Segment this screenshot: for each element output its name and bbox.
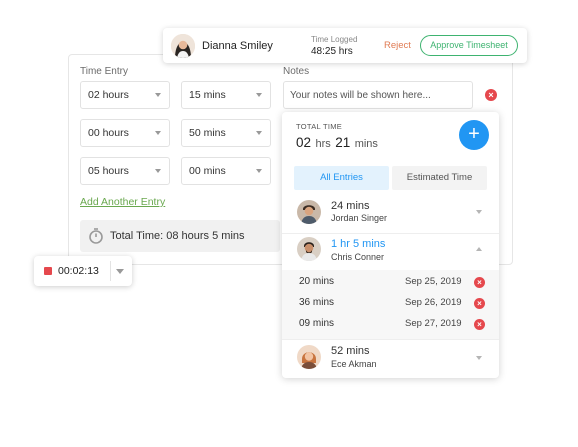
total-time-value: 02 hrs 21 mins xyxy=(296,134,378,152)
avatar xyxy=(171,34,195,58)
stopwatch-icon xyxy=(89,228,103,244)
total-time-label: TOTAL TIME xyxy=(296,122,343,131)
chevron-down-icon xyxy=(256,131,262,135)
total-time-text: Total Time: 08 hours 5 mins xyxy=(110,230,245,242)
total-hours-unit: hrs xyxy=(315,138,331,150)
remove-entry-icon[interactable]: × xyxy=(474,277,485,288)
timer-value: 00:02:13 xyxy=(58,265,99,277)
entry-time: 1 hr 5 mins xyxy=(331,238,386,250)
hours-select[interactable]: 02 hours xyxy=(80,81,170,109)
remove-entry-icon[interactable]: × xyxy=(485,89,497,101)
chevron-down-icon xyxy=(155,93,161,97)
notes-input[interactable]: Your notes will be shown here... xyxy=(283,81,473,109)
plus-icon: + xyxy=(468,123,480,145)
total-time-panel: TOTAL TIME 02 hrs 21 mins + All Entries … xyxy=(282,112,499,378)
time-logged-value: 48:25 hrs xyxy=(311,46,353,57)
mins-select-value: 00 mins xyxy=(189,165,226,177)
mins-select-value: 50 mins xyxy=(189,127,226,139)
hours-select-value: 00 hours xyxy=(88,127,129,139)
remove-entry-icon[interactable]: × xyxy=(474,298,485,309)
timer-widget: 00:02:13 xyxy=(34,256,132,286)
hours-select[interactable]: 00 hours xyxy=(80,119,170,147)
sub-entry-date: Sep 27, 2019 xyxy=(405,318,462,329)
mins-select[interactable]: 15 mins xyxy=(181,81,271,109)
mins-select[interactable]: 50 mins xyxy=(181,119,271,147)
list-item: 20 mins Sep 25, 2019 × xyxy=(282,272,499,293)
add-another-entry-link[interactable]: Add Another Entry xyxy=(80,196,165,208)
stop-icon[interactable] xyxy=(44,267,52,275)
total-hours-number: 02 xyxy=(296,135,312,150)
sub-entry-time: 09 mins xyxy=(299,318,335,329)
notes-label: Notes xyxy=(283,66,310,77)
sub-entry-date: Sep 25, 2019 xyxy=(405,276,462,287)
avatar xyxy=(297,237,321,261)
time-logged-label: Time Logged xyxy=(311,35,358,44)
chevron-down-icon[interactable] xyxy=(116,269,124,274)
avatar xyxy=(297,345,321,369)
total-time-bar: Total Time: 08 hours 5 mins xyxy=(80,220,280,252)
reject-button[interactable]: Reject xyxy=(384,40,411,51)
chevron-down-icon xyxy=(155,169,161,173)
tab-all-entries[interactable]: All Entries xyxy=(294,166,389,190)
hours-select[interactable]: 05 hours xyxy=(80,157,170,185)
hours-select-value: 02 hours xyxy=(88,89,129,101)
entry-name: Chris Conner xyxy=(331,252,385,262)
chevron-down-icon xyxy=(256,169,262,173)
chevron-up-icon[interactable] xyxy=(476,247,482,251)
entry-time: 52 mins xyxy=(331,345,370,357)
user-name: Dianna Smiley xyxy=(202,40,273,52)
divider xyxy=(282,233,499,234)
time-entry-label: Time Entry xyxy=(80,66,128,77)
chevron-down-icon xyxy=(155,131,161,135)
divider xyxy=(282,339,499,340)
avatar xyxy=(297,200,321,224)
sub-entry-time: 20 mins xyxy=(299,276,335,287)
timesheet-header: Dianna Smiley Time Logged 48:25 hrs Reje… xyxy=(163,28,527,63)
list-item: 36 mins Sep 26, 2019 × xyxy=(282,293,499,314)
divider xyxy=(110,261,111,281)
total-mins-number: 21 xyxy=(335,135,351,150)
entry-name: Jordan Singer xyxy=(331,213,388,223)
entry-time: 24 mins xyxy=(331,200,370,212)
list-item: 09 mins Sep 27, 2019 × xyxy=(282,314,499,335)
chevron-down-icon[interactable] xyxy=(476,210,482,214)
total-mins-unit: mins xyxy=(354,138,378,150)
entry-name: Ece Akman xyxy=(331,359,377,369)
sub-entry-date: Sep 26, 2019 xyxy=(405,297,462,308)
remove-entry-icon[interactable]: × xyxy=(474,319,485,330)
chevron-down-icon[interactable] xyxy=(476,356,482,360)
sub-entries-list: 20 mins Sep 25, 2019 × 36 mins Sep 26, 2… xyxy=(282,270,499,339)
sub-entry-time: 36 mins xyxy=(299,297,335,308)
chevron-down-icon xyxy=(256,93,262,97)
approve-timesheet-button[interactable]: Approve Timesheet xyxy=(420,35,518,56)
notes-placeholder: Your notes will be shown here... xyxy=(290,89,431,101)
mins-select[interactable]: 00 mins xyxy=(181,157,271,185)
tab-estimated-time[interactable]: Estimated Time xyxy=(392,166,487,190)
hours-select-value: 05 hours xyxy=(88,165,129,177)
mins-select-value: 15 mins xyxy=(189,89,226,101)
add-entry-button[interactable]: + xyxy=(459,120,489,150)
